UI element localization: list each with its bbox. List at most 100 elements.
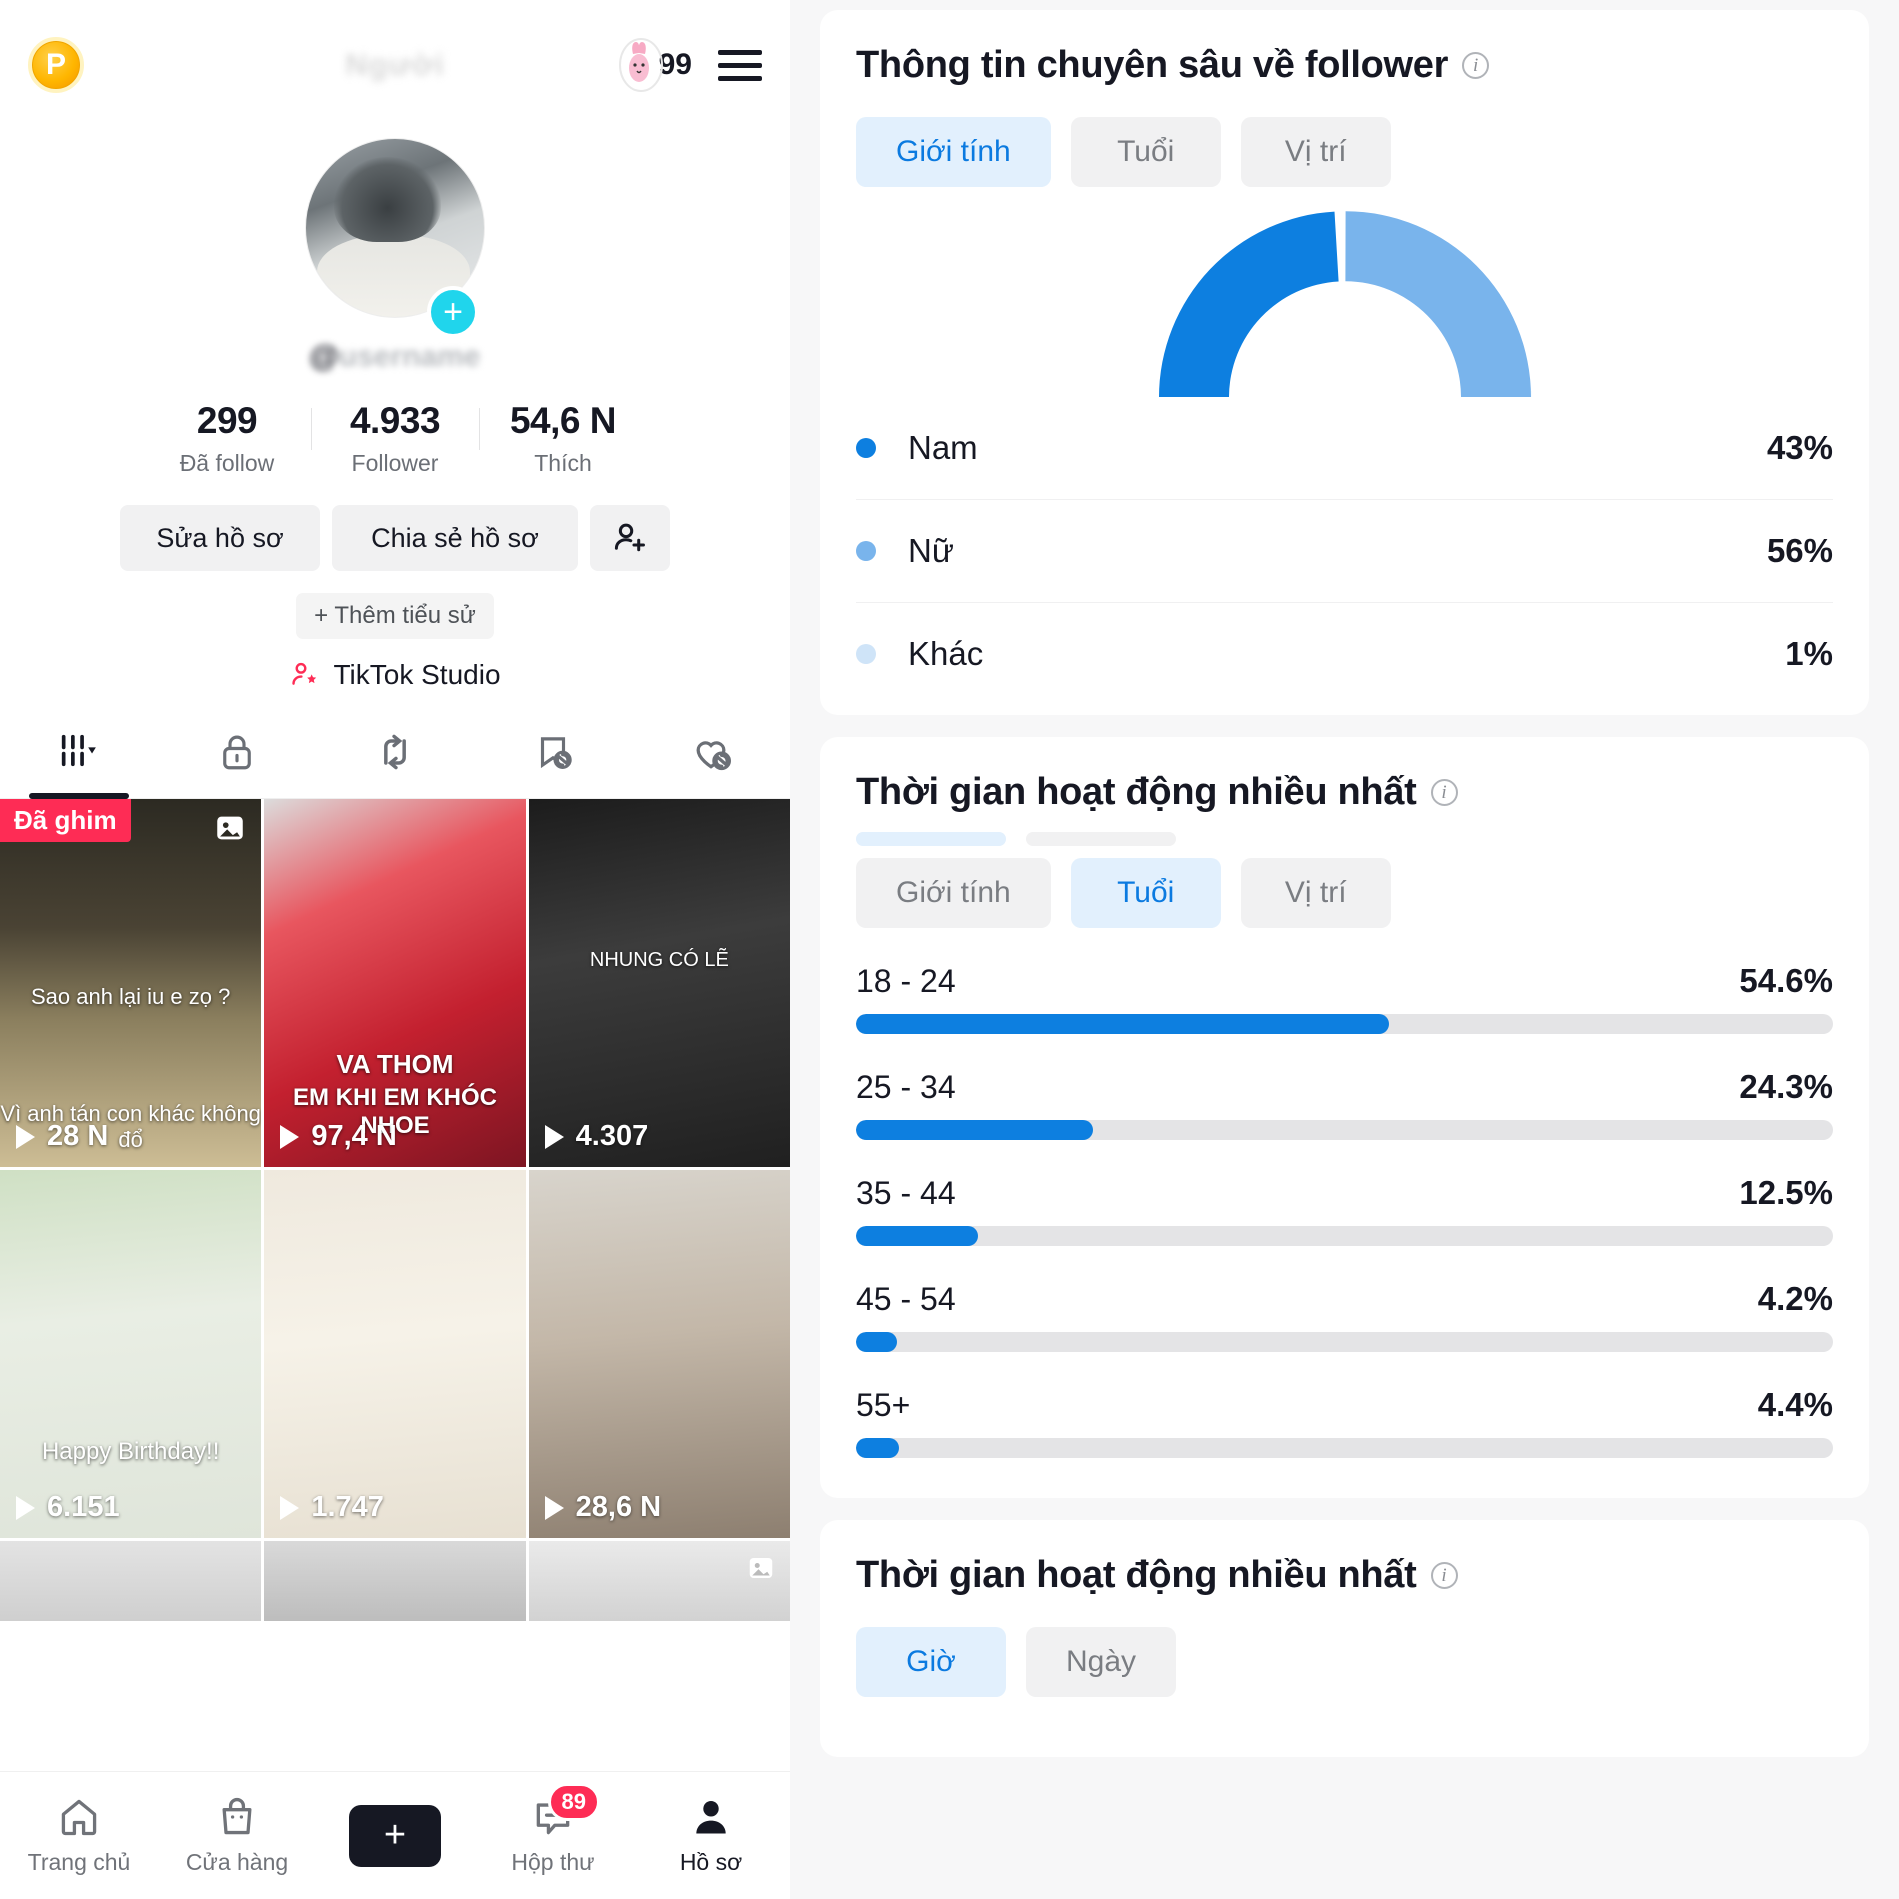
nav-item-shop[interactable]: Cửa hàng: [162, 1795, 312, 1876]
segment-age[interactable]: Tuổi: [1070, 858, 1221, 928]
segment-location[interactable]: Vị trí: [1240, 117, 1391, 187]
edit-profile-button[interactable]: Sửa hồ sơ: [120, 505, 320, 571]
share-profile-button[interactable]: Chia sẻ hồ sơ: [332, 505, 578, 571]
video-cell[interactable]: Happy Birthday!! 6.151: [0, 1170, 262, 1538]
shop-bag-icon: [222, 1797, 252, 1835]
video-cell[interactable]: Đã ghim Sao anh lại iu e zọ ? Vì anh tán…: [0, 799, 262, 1167]
age-bar-value: 24.3%: [1739, 1068, 1833, 1105]
age-bar-fill: [856, 1014, 1390, 1034]
analytics-panel: Thông tin chuyên sâu về follower i Giới …: [790, 0, 1899, 1899]
stat-likes[interactable]: 54,6 N Thích: [479, 400, 647, 477]
nav-item-home[interactable]: Trang chủ: [4, 1795, 154, 1876]
gender-gauge-chart: [856, 207, 1833, 397]
tiktok-studio-label: TikTok Studio: [333, 659, 501, 690]
menu-hamburger-icon[interactable]: [718, 49, 762, 81]
stat-following-label: Đã follow: [179, 450, 275, 476]
follower-insights-title: Thông tin chuyên sâu về follower: [856, 44, 1449, 86]
video-views-label: 28,6 N: [575, 1491, 662, 1523]
add-friend-button[interactable]: [590, 505, 670, 571]
segment-location[interactable]: Vị trí: [1240, 858, 1391, 928]
video-grid: Đã ghim Sao anh lại iu e zọ ? Vì anh tán…: [0, 799, 790, 1621]
legend-value-nu: 56%: [1766, 532, 1833, 569]
segment-gender[interactable]: Giới tính: [856, 858, 1051, 928]
video-views: 97,4 N: [280, 1120, 397, 1153]
tiktok-studio-link[interactable]: TikTok Studio: [0, 659, 790, 691]
video-cell[interactable]: NHUNG CÓ LẼ 4.307: [528, 799, 790, 1167]
app-screen: P Người 99 + @username 299 Đã follow 4.9…: [0, 0, 1899, 1899]
video-views: 1.747: [280, 1491, 384, 1524]
stat-likes-label: Thích: [534, 450, 592, 476]
info-icon[interactable]: i: [1462, 52, 1490, 79]
inbox-unread-badge: 89: [547, 1783, 600, 1821]
video-cell[interactable]: VA THOM EM KHI EM KHÓC NHOE 97,4 N: [264, 799, 526, 1167]
segment-hour[interactable]: Giờ: [856, 1627, 1006, 1697]
age-bar-head: 25 - 34 24.3%: [856, 1068, 1833, 1106]
create-plus-icon[interactable]: +: [340, 1804, 450, 1867]
segment-age[interactable]: Tuổi: [1070, 117, 1221, 187]
bunny-count-label: 99: [658, 48, 692, 81]
bunny-streak-badge[interactable]: 99: [618, 38, 692, 92]
info-icon[interactable]: i: [1430, 779, 1458, 806]
stat-followers[interactable]: 4.933 Follower: [311, 400, 479, 477]
pinned-badge: Đã ghim: [0, 799, 131, 842]
legend-dot-khac: [856, 644, 876, 664]
tab-posts[interactable]: [0, 705, 158, 799]
profile-person-icon: [696, 1801, 726, 1834]
tab-private[interactable]: [158, 705, 316, 798]
tab-saved[interactable]: [474, 705, 632, 798]
repost-icon: [384, 734, 406, 769]
age-bar-fill: [856, 1438, 899, 1458]
legend-label-khac: Khác: [908, 635, 984, 672]
nav-item-inbox[interactable]: 89 Hộp thư: [478, 1783, 628, 1876]
video-cell[interactable]: [528, 1541, 790, 1621]
age-bar-track: [856, 1120, 1833, 1140]
add-bio-button[interactable]: + Thêm tiểu sử: [296, 593, 494, 639]
legend-label-nu: Nữ: [908, 532, 954, 569]
age-bar-track: [856, 1332, 1833, 1352]
age-bar-value: 54.6%: [1739, 962, 1833, 999]
tab-reposts[interactable]: [316, 705, 474, 798]
topbar-right-group: 99: [618, 38, 762, 92]
add-avatar-badge[interactable]: +: [427, 286, 479, 338]
play-icon: [544, 1495, 564, 1520]
legend-value-nam: 43%: [1766, 429, 1833, 466]
age-bar-track: [856, 1438, 1833, 1458]
video-cell[interactable]: [264, 1541, 526, 1621]
age-bar-55plus: 55+ 4.4%: [856, 1386, 1833, 1458]
age-bar-value: 4.2%: [1757, 1280, 1833, 1317]
nav-item-profile[interactable]: Hồ sơ: [636, 1795, 786, 1876]
handle-name: username: [338, 340, 481, 373]
segment-day[interactable]: Ngày: [1026, 1627, 1177, 1697]
age-card-title: Thời gian hoạt động nhiều nhất: [856, 771, 1417, 813]
age-bar-label: 18 - 24: [856, 963, 956, 999]
age-bar-head: 18 - 24 54.6%: [856, 962, 1833, 1000]
tab-liked[interactable]: [632, 705, 790, 798]
age-bar-18-24: 18 - 24 54.6%: [856, 962, 1833, 1034]
studio-star-person-icon: [292, 662, 317, 685]
gender-half-donut: [1158, 211, 1531, 397]
age-bar-head: 45 - 54 4.2%: [856, 1280, 1833, 1318]
age-bar-value: 12.5%: [1739, 1174, 1833, 1211]
age-bar-label: 55+: [856, 1387, 911, 1423]
video-cell[interactable]: [0, 1541, 262, 1621]
info-icon[interactable]: i: [1430, 1562, 1458, 1589]
avatar-section: +: [0, 138, 790, 338]
legend-value-khac: 1%: [1785, 635, 1833, 672]
segment-gender[interactable]: Giới tính: [856, 117, 1051, 187]
age-activity-card: Thời gian hoạt động nhiều nhất i Giới tí…: [820, 737, 1869, 1498]
age-bar-label: 25 - 34: [856, 1069, 956, 1105]
video-cell[interactable]: 28,6 N: [528, 1170, 790, 1538]
follower-insights-header: Thông tin chuyên sâu về follower i: [856, 44, 1833, 87]
stat-following-value: 299: [196, 400, 258, 441]
age-bar-track: [856, 1226, 1833, 1246]
follower-insights-card: Thông tin chuyên sâu về follower i Giới …: [820, 10, 1869, 715]
video-views-label: 28 N: [47, 1120, 109, 1152]
video-views: 6.151: [16, 1491, 120, 1524]
stat-following[interactable]: 299 Đã follow: [143, 400, 311, 477]
nav-item-create[interactable]: +: [320, 1804, 470, 1867]
profile-handle[interactable]: @username: [0, 340, 790, 374]
video-cell[interactable]: 1.747: [264, 1170, 526, 1538]
tiktok-profile-panel: P Người 99 + @username 299 Đã follow 4.9…: [0, 0, 790, 1899]
video-views-label: 1.747: [311, 1491, 384, 1523]
age-bar-fill: [856, 1120, 1094, 1140]
